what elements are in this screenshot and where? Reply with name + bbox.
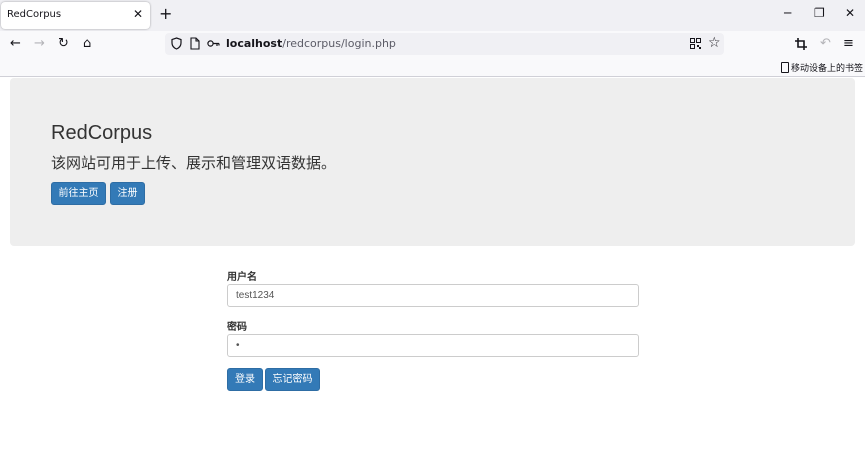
page-icon[interactable] xyxy=(190,37,200,50)
back-icon[interactable]: ← xyxy=(10,36,21,51)
tab-title: RedCorpus xyxy=(7,9,62,20)
site-description: 该网站可用于上传、展示和管理双语数据。 xyxy=(51,154,337,172)
url-host: localhost xyxy=(226,37,283,50)
site-title: RedCorpus xyxy=(51,122,153,144)
shield-icon[interactable] xyxy=(171,37,182,50)
address-bar[interactable]: localhost/redcorpus/login.php ☆ xyxy=(165,33,724,55)
new-tab-icon[interactable]: + xyxy=(159,4,172,23)
mobile-device-icon xyxy=(781,62,789,73)
username-input[interactable] xyxy=(227,284,639,307)
register-button[interactable]: 注册 xyxy=(110,182,145,205)
window-close-icon[interactable]: ✕ xyxy=(845,6,855,20)
minimize-icon[interactable]: ─ xyxy=(784,6,791,20)
go-home-button[interactable]: 前往主页 xyxy=(51,182,106,205)
forward-icon[interactable]: → xyxy=(34,36,45,51)
password-label: 密码 xyxy=(227,322,247,333)
login-button[interactable]: 登录 xyxy=(227,368,263,391)
bookmarks-bar: 移动设备上的书签 xyxy=(0,57,865,77)
mobile-bookmarks[interactable]: 移动设备上的书签 xyxy=(781,61,863,74)
tab-close-icon[interactable]: ✕ xyxy=(133,7,143,21)
url-path: /redcorpus/login.php xyxy=(282,37,396,50)
browser-toolbar: ← → ↻ ⌂ localhost/redcorpus/login.php ☆ … xyxy=(0,31,865,57)
crop-screenshot-icon[interactable] xyxy=(795,38,807,50)
forgot-password-button[interactable]: 忘记密码 xyxy=(265,368,320,391)
bookmark-star-icon[interactable]: ☆ xyxy=(708,35,721,51)
username-label: 用户名 xyxy=(227,272,257,283)
reload-icon[interactable]: ↻ xyxy=(58,36,69,51)
browser-tab-strip: RedCorpus ✕ + ─ ❐ ✕ xyxy=(0,0,865,31)
url-text[interactable]: localhost/redcorpus/login.php xyxy=(226,37,396,50)
menu-icon[interactable]: ≡ xyxy=(843,36,854,51)
password-input[interactable] xyxy=(227,334,639,357)
key-icon[interactable] xyxy=(207,39,220,48)
undo-icon[interactable]: ↶ xyxy=(820,36,831,51)
qr-code-icon[interactable] xyxy=(690,38,701,49)
jumbotron: RedCorpus 该网站可用于上传、展示和管理双语数据。 前往主页 注册 xyxy=(10,78,855,246)
restore-icon[interactable]: ❐ xyxy=(814,6,825,20)
home-icon[interactable]: ⌂ xyxy=(83,36,91,51)
mobile-bookmarks-label: 移动设备上的书签 xyxy=(791,64,864,74)
browser-tab[interactable]: RedCorpus ✕ xyxy=(1,2,150,29)
